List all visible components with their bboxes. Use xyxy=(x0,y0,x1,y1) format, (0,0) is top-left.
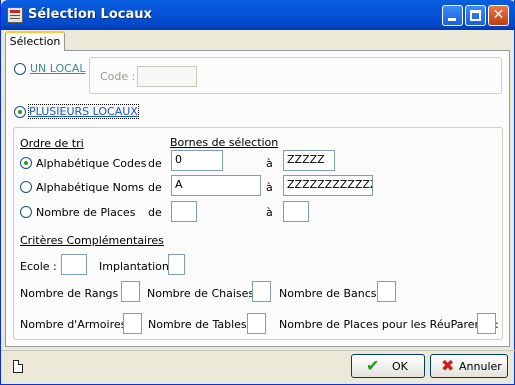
sort-codes-radio[interactable] xyxy=(20,157,32,169)
app-icon[interactable] xyxy=(7,7,23,23)
document-icon xyxy=(13,360,23,373)
a-label-3: à xyxy=(266,206,273,219)
un-local-radio[interactable] xyxy=(14,63,26,75)
ordre-tri-title: Ordre de tri xyxy=(20,137,84,150)
chaises-label: Nombre de Chaises : xyxy=(147,287,262,300)
implantation-input[interactable] xyxy=(168,254,185,275)
sort-places-radio[interactable] xyxy=(20,206,32,218)
criteres-title: Critères Complémentaires xyxy=(20,234,164,247)
bancs-input[interactable] xyxy=(377,281,396,302)
ok-label: OK xyxy=(392,360,408,373)
title-bar[interactable]: Sélection Locaux ✕ xyxy=(1,0,515,30)
cancel-label: Annuler xyxy=(459,360,502,373)
ecole-label: Ecole : xyxy=(20,260,57,273)
de-label-1: de xyxy=(148,157,162,170)
bound-to-3[interactable] xyxy=(283,201,309,222)
bound-to-1[interactable]: ZZZZZ xyxy=(283,150,335,171)
footer-bar: ✔ OK ✖ Annuler xyxy=(1,350,515,385)
bancs-label: Nombre de Bancs : xyxy=(279,287,384,300)
maximize-button[interactable] xyxy=(465,5,486,26)
plusieurs-locaux-radio[interactable] xyxy=(14,106,26,118)
implantation-label: Implantation : xyxy=(99,260,177,273)
code-label: Code : xyxy=(100,70,136,83)
code-input[interactable] xyxy=(137,66,197,87)
rangs-label: Nombre de Rangs : xyxy=(20,287,126,300)
tables-label: Nombre de Tables : xyxy=(148,318,254,331)
armoires-label: Nombre d'Armoires : xyxy=(20,318,134,331)
ecole-input[interactable] xyxy=(61,254,87,275)
cancel-button[interactable]: ✖ Annuler xyxy=(430,354,508,378)
places-reu-label: Nombre de Places pour les RéuParents : xyxy=(279,318,499,331)
places-reu-input[interactable] xyxy=(477,313,496,334)
sort-noms-radio[interactable] xyxy=(20,181,32,193)
bound-from-1[interactable]: 0 xyxy=(171,150,223,171)
de-label-3: de xyxy=(148,206,162,219)
armoires-input[interactable] xyxy=(123,313,142,334)
plusieurs-locaux-label[interactable]: PLUSIEURS LOCAUX xyxy=(28,104,139,119)
ok-button[interactable]: ✔ OK xyxy=(351,354,425,378)
bornes-title: Bornes de sélection xyxy=(170,136,279,149)
a-label-2: à xyxy=(266,181,273,194)
minimize-button[interactable] xyxy=(442,5,463,26)
window-title: Sélection Locaux xyxy=(28,7,152,22)
close-icon: ✕ xyxy=(492,7,505,23)
footer-separator xyxy=(1,350,515,351)
rangs-input[interactable] xyxy=(121,281,140,302)
bound-from-2[interactable]: A xyxy=(171,175,261,196)
maximize-icon xyxy=(470,10,481,21)
tab-selection[interactable]: Sélection xyxy=(5,31,65,51)
chaises-input[interactable] xyxy=(252,281,271,302)
minimize-icon xyxy=(448,18,456,21)
a-label-1: à xyxy=(266,157,273,170)
checkmark-icon: ✔ xyxy=(366,356,380,375)
de-label-2: de xyxy=(148,181,162,194)
un-local-label[interactable]: UN LOCAL xyxy=(30,62,86,75)
sort-noms-label[interactable]: Alphabétique Noms xyxy=(36,181,144,194)
selection-tab-panel: UN LOCAL Code : PLUSIEURS LOCAUX Ordre d… xyxy=(5,50,510,347)
tables-input[interactable] xyxy=(247,313,266,334)
sort-places-label[interactable]: Nombre de Places xyxy=(36,206,135,219)
close-button[interactable]: ✕ xyxy=(488,5,509,26)
bound-from-3[interactable] xyxy=(171,201,197,222)
red-x-icon: ✖ xyxy=(441,356,455,375)
sort-codes-label[interactable]: Alphabétique Codes xyxy=(36,157,147,170)
dialog-window: Sélection Locaux ✕ UN LOCAL Code : PLUSI… xyxy=(0,0,515,385)
bound-to-2[interactable]: ZZZZZZZZZZZZ xyxy=(283,175,373,196)
